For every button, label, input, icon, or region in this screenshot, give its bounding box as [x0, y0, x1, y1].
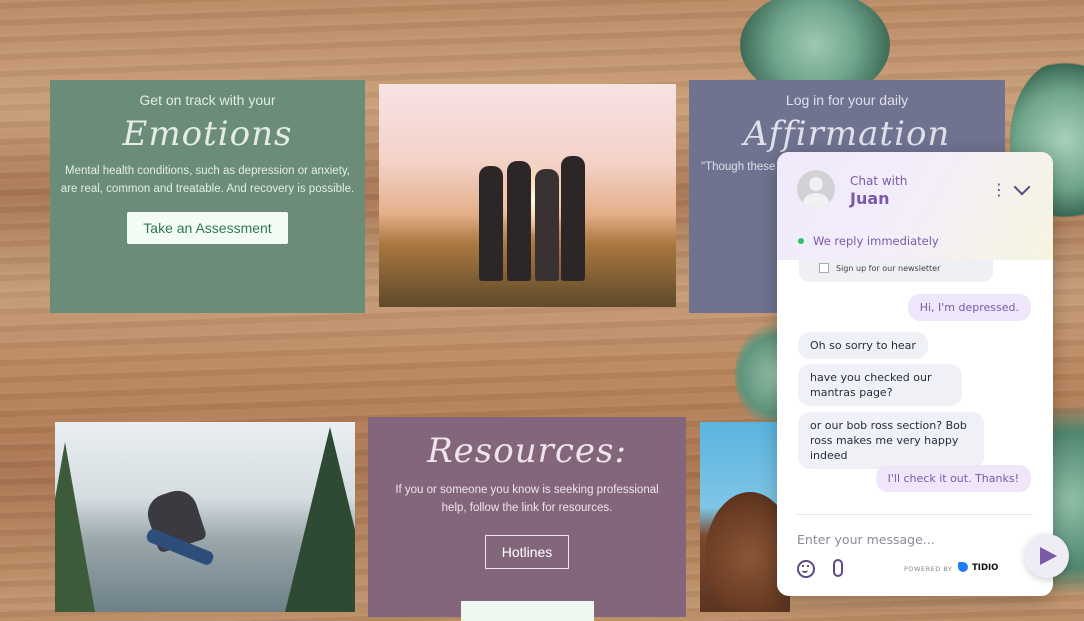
paperclip-icon[interactable]: [833, 559, 843, 577]
message-input[interactable]: [797, 530, 1007, 548]
avatar-icon: [797, 170, 835, 208]
powered-by-label: POWERED BY: [904, 565, 953, 573]
agent-name: Juan: [850, 189, 890, 208]
hiker-jumping-photo: [55, 422, 355, 612]
person-silhouette: [535, 169, 559, 281]
resources-title: Resources:: [427, 431, 627, 471]
friends-sunset-photo: [379, 84, 676, 307]
pine-tree: [285, 427, 355, 612]
agent-message: have you checked our mantras page?: [798, 364, 962, 406]
composer-divider: [797, 514, 1033, 515]
chevron-down-icon[interactable]: [1013, 178, 1031, 196]
person-silhouette: [561, 156, 585, 281]
next-button-partial[interactable]: [461, 601, 594, 621]
newsletter-signup[interactable]: Sign up for our newsletter: [799, 260, 993, 282]
send-icon[interactable]: [1025, 534, 1069, 578]
person-silhouette: [479, 166, 503, 281]
chat-widget: Chat with Juan ⋮ We reply immediately Si…: [777, 152, 1053, 596]
emoji-icon[interactable]: [797, 560, 815, 578]
newsletter-label: Sign up for our newsletter: [836, 264, 941, 273]
affirmation-title: Affirmation: [743, 114, 951, 154]
kebab-menu-icon[interactable]: ⋮: [991, 180, 1007, 199]
agent-message: or our bob ross section? Bob ross makes …: [798, 412, 984, 469]
affirmation-kicker: Log in for your daily: [785, 92, 909, 108]
emotions-title: Emotions: [122, 114, 293, 154]
message-list[interactable]: Sign up for our newsletter Hi, I'm depre…: [777, 260, 1053, 514]
reply-status: We reply immediately: [813, 234, 939, 248]
emotions-kicker: Get on track with your: [139, 92, 276, 108]
emotions-description: Mental health conditions, such as depres…: [60, 165, 355, 195]
tidio-brand[interactable]: TIDIO: [972, 563, 998, 573]
chat-with-label: Chat with: [850, 174, 908, 188]
resources-card: Resources: If you or someone you know is…: [368, 417, 686, 621]
hotlines-button[interactable]: Hotlines: [484, 535, 570, 569]
user-message: I'll check it out. Thanks!: [875, 465, 1031, 492]
person-silhouette: [507, 161, 531, 281]
user-message: Hi, I'm depressed.: [907, 294, 1031, 321]
newsletter-checkbox[interactable]: [819, 263, 829, 273]
online-status-dot: [798, 238, 804, 244]
emotions-card: Get on track with your Emotions Mental h…: [50, 80, 365, 313]
tidio-logo-icon: [958, 562, 968, 572]
pine-tree: [55, 442, 95, 612]
resources-description: If you or someone you know is seeking pr…: [395, 484, 659, 514]
take-assessment-button[interactable]: Take an Assessment: [127, 212, 288, 244]
chat-header: Chat with Juan ⋮ We reply immediately: [777, 152, 1053, 260]
agent-message: Oh so sorry to hear: [798, 332, 928, 359]
